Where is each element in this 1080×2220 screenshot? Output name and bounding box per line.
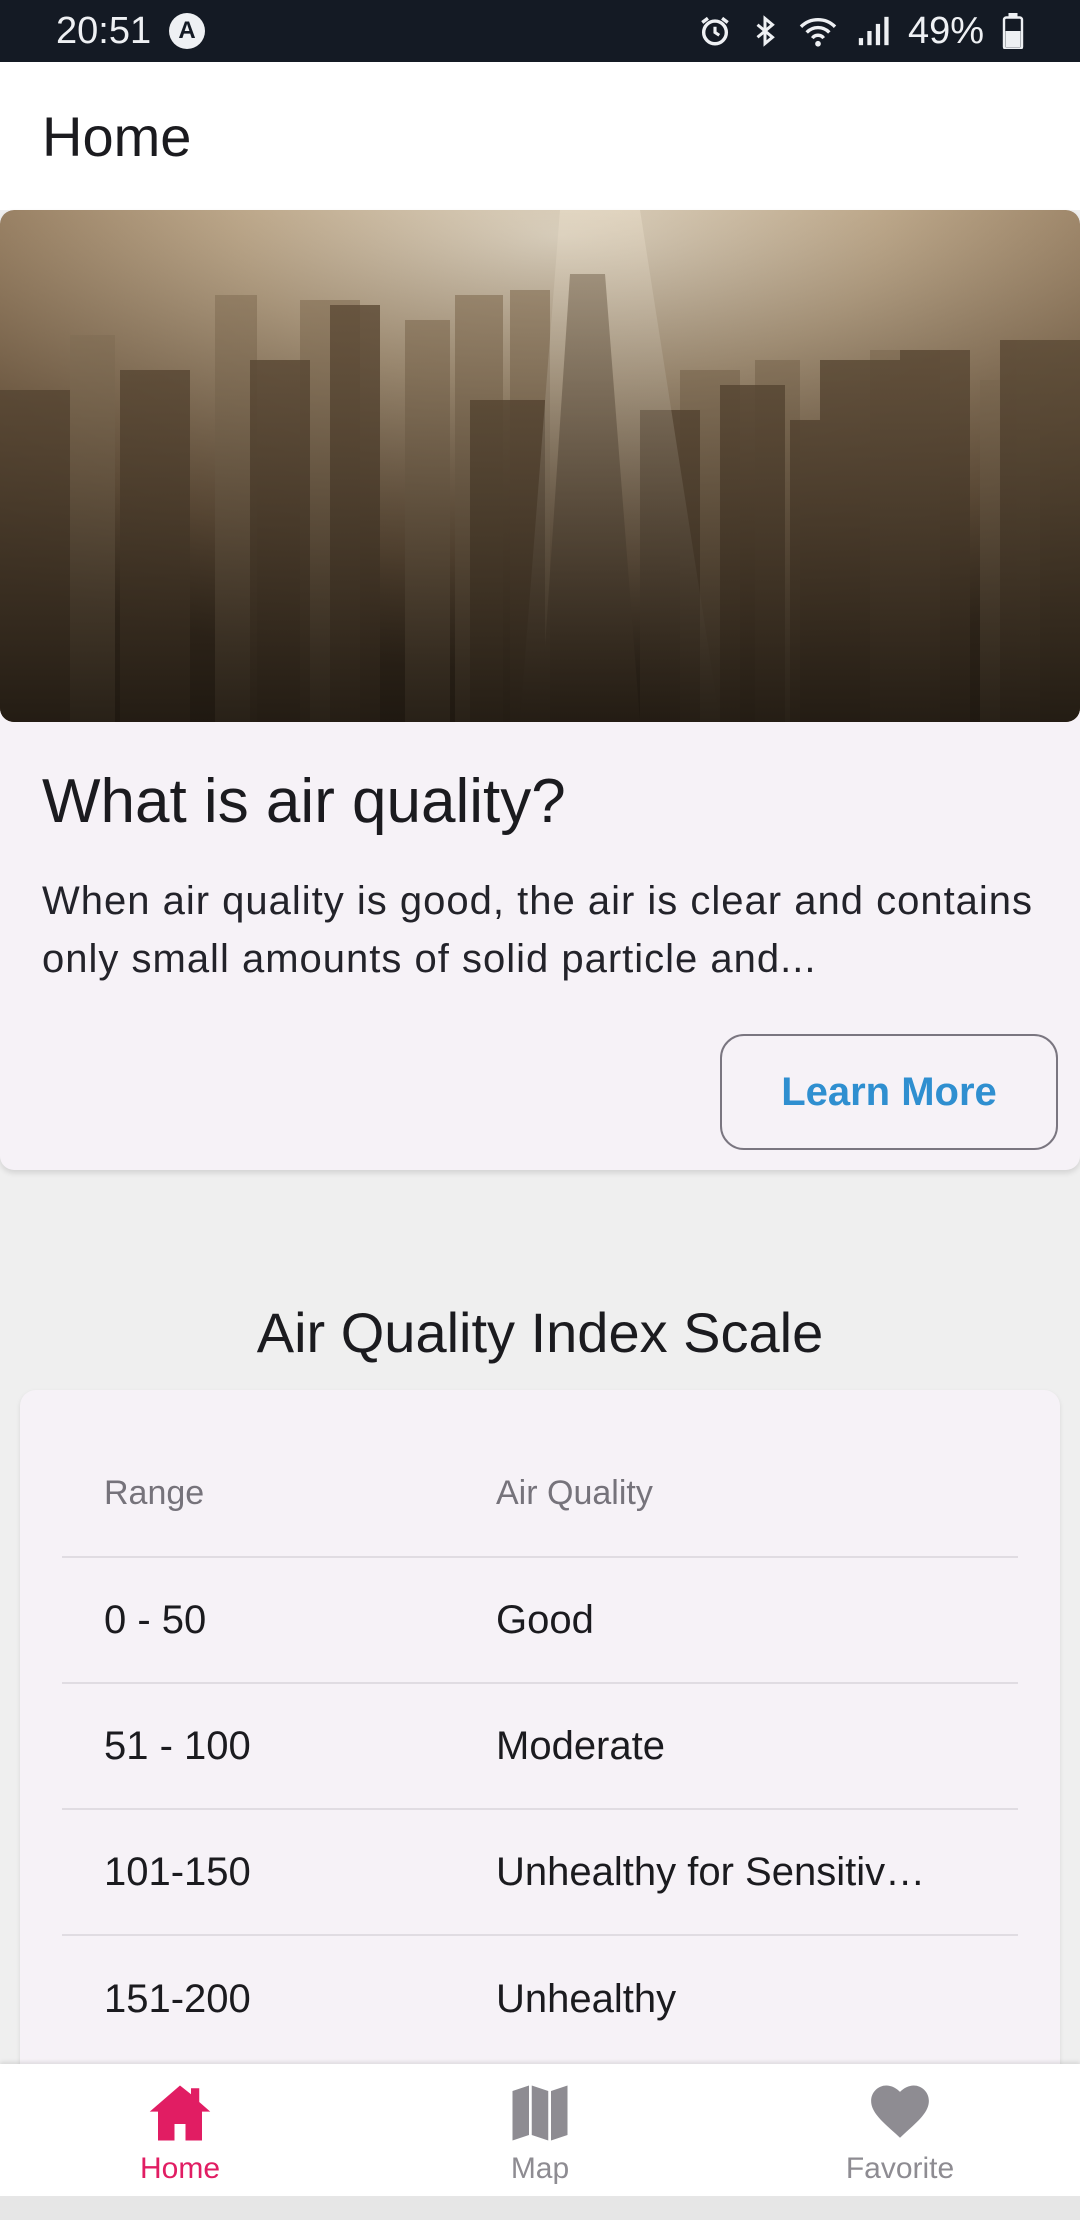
column-header-air-quality: Air Quality bbox=[496, 1473, 653, 1512]
page-title: Home bbox=[42, 104, 192, 168]
heart-icon bbox=[871, 2085, 929, 2138]
table-row[interactable]: 101-150 Unhealthy for Sensitiv… bbox=[62, 1810, 1018, 1936]
alarm-icon bbox=[698, 14, 732, 48]
learn-more-button[interactable]: Learn More bbox=[720, 1034, 1058, 1150]
table-header: Range Air Quality bbox=[62, 1430, 1018, 1558]
smoggy-city-image bbox=[0, 210, 1080, 722]
status-bar: 20:51 A 49% bbox=[0, 0, 1080, 62]
status-left: 20:51 A bbox=[56, 9, 206, 53]
card-description: When air quality is good, the air is cle… bbox=[42, 879, 1034, 981]
column-header-range: Range bbox=[104, 1473, 205, 1512]
bottom-navigation: Home Map Favorite bbox=[0, 2064, 1080, 2196]
nav-item-home[interactable]: Home bbox=[0, 2064, 360, 2196]
home-icon bbox=[149, 2085, 211, 2141]
nav-label-map: Map bbox=[510, 2152, 570, 2185]
wifi-icon bbox=[798, 14, 838, 48]
nav-label-home: Home bbox=[139, 2152, 221, 2185]
aqi-scale-table: Range Air Quality 0 - 50 Good 51 - 100 M… bbox=[20, 1390, 1060, 2090]
range-cell: 101-150 bbox=[104, 1849, 251, 1894]
battery-percent: 49% bbox=[907, 9, 984, 52]
status-time: 20:51 bbox=[56, 9, 152, 52]
table-row[interactable]: 0 - 50 Good bbox=[62, 1558, 1018, 1684]
table-row[interactable]: 151-200 Unhealthy bbox=[62, 1936, 1018, 2062]
app-bar: Home bbox=[0, 62, 1080, 210]
battery-icon bbox=[1002, 13, 1024, 49]
range-cell: 151-200 bbox=[104, 1976, 251, 2021]
card-title: What is air quality? bbox=[42, 767, 566, 836]
signal-icon bbox=[856, 14, 890, 48]
info-card: What is air quality? When air quality is… bbox=[0, 210, 1080, 1170]
system-nav-strip bbox=[0, 2196, 1080, 2220]
nav-item-map[interactable]: Map bbox=[360, 2064, 720, 2196]
quality-cell: Moderate bbox=[496, 1723, 665, 1768]
table-row[interactable]: 51 - 100 Moderate bbox=[62, 1684, 1018, 1810]
status-right: 49% bbox=[698, 10, 1024, 53]
nav-item-favorite[interactable]: Favorite bbox=[720, 2064, 1080, 2196]
range-cell: 51 - 100 bbox=[104, 1723, 251, 1768]
scale-title: Air Quality Index Scale bbox=[256, 1301, 824, 1364]
range-cell: 0 - 50 bbox=[104, 1597, 207, 1642]
quality-cell: Unhealthy for Sensitiv… bbox=[496, 1849, 926, 1894]
nav-label-favorite: Favorite bbox=[845, 2152, 955, 2185]
a-letter-icon: A bbox=[169, 13, 206, 49]
map-icon bbox=[512, 2085, 568, 2141]
quality-cell: Unhealthy bbox=[496, 1976, 677, 2021]
bluetooth-icon bbox=[750, 14, 780, 48]
quality-cell: Good bbox=[496, 1597, 594, 1642]
